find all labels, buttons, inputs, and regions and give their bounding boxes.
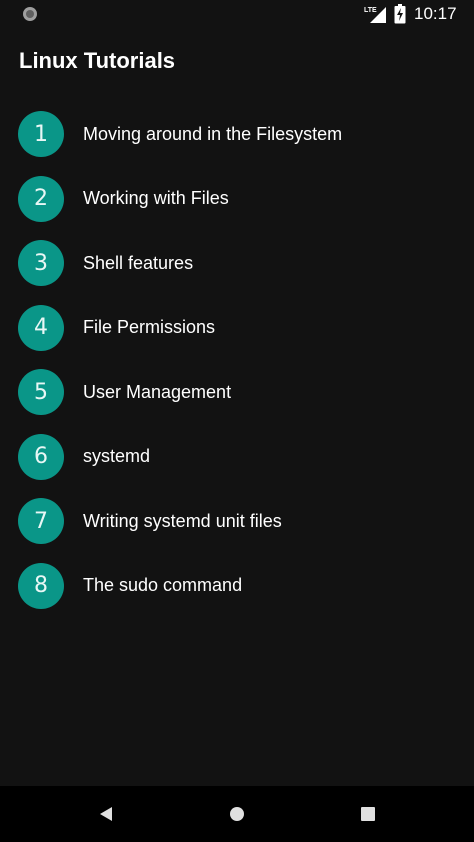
network-badge: LTE xyxy=(364,7,377,14)
home-button[interactable] xyxy=(223,800,251,828)
list-item[interactable]: 3 Shell features xyxy=(0,231,474,296)
number-badge: 8 xyxy=(18,562,64,609)
lte-signal-icon: LTE xyxy=(364,7,386,23)
navigation-bar xyxy=(0,786,474,842)
tutorial-label: Shell features xyxy=(83,252,194,273)
back-button[interactable] xyxy=(92,800,120,828)
status-clock: 10:17 xyxy=(414,4,457,23)
recents-button[interactable] xyxy=(354,800,382,828)
list-item[interactable]: 6 systemd xyxy=(0,425,474,490)
number-badge: 2 xyxy=(18,175,64,222)
number-badge: 4 xyxy=(18,304,64,351)
tutorial-label: User Management xyxy=(83,381,232,402)
list-item[interactable]: 2 Working with Files xyxy=(0,167,474,232)
list-item[interactable]: 8 The sudo command xyxy=(0,554,474,619)
tutorial-label: Writing systemd unit files xyxy=(83,510,282,531)
back-icon xyxy=(100,807,112,821)
number-badge: 6 xyxy=(18,433,64,480)
tutorial-label: File Permissions xyxy=(83,317,216,338)
list-item[interactable]: 5 User Management xyxy=(0,360,474,425)
number-badge: 1 xyxy=(18,111,64,158)
tutorial-list: 1 Moving around in the Filesystem 2 Work… xyxy=(0,102,474,618)
notification-dot-icon xyxy=(23,7,37,21)
number-badge: 3 xyxy=(18,240,64,287)
list-item[interactable]: 7 Writing systemd unit files xyxy=(0,489,474,554)
status-bar: LTE 10:17 xyxy=(0,0,474,28)
number-badge: 5 xyxy=(18,369,64,416)
tutorial-label: Working with Files xyxy=(83,188,229,209)
page-title: Linux Tutorials xyxy=(19,48,176,73)
list-item[interactable]: 4 File Permissions xyxy=(0,296,474,361)
recents-icon xyxy=(361,807,375,821)
home-icon xyxy=(230,807,244,821)
battery-charging-icon xyxy=(394,4,406,24)
tutorial-label: Moving around in the Filesystem xyxy=(83,123,343,144)
tutorial-label: systemd xyxy=(83,446,151,467)
number-badge: 7 xyxy=(18,498,64,545)
list-item[interactable]: 1 Moving around in the Filesystem xyxy=(0,102,474,167)
tutorial-label: The sudo command xyxy=(83,575,243,596)
app-screen: LTE 10:17 Linux Tutorials 1 Moving aroun… xyxy=(0,0,474,842)
